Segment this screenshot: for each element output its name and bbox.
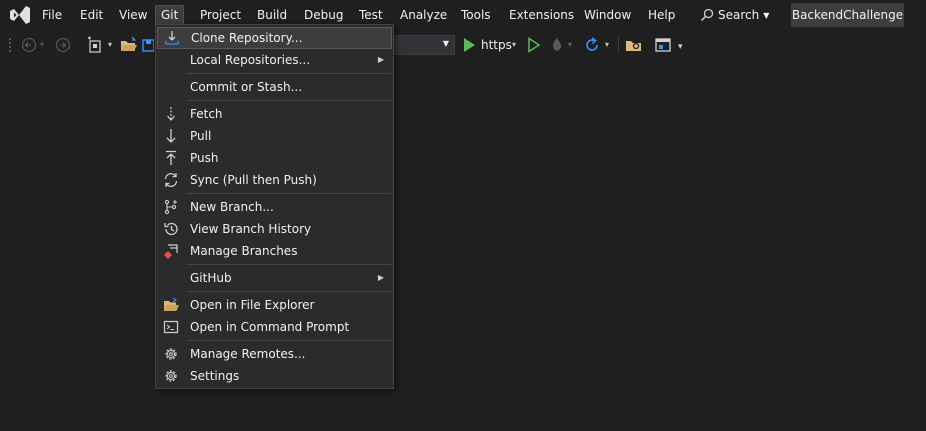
menu-item-settings[interactable]: Settings xyxy=(157,365,392,387)
search-icon xyxy=(700,8,714,22)
menu-git[interactable]: Git xyxy=(155,5,185,25)
menu-tools[interactable]: Tools xyxy=(456,5,496,25)
configuration-combo[interactable]: ▼ xyxy=(393,35,455,55)
menu-project[interactable]: Project xyxy=(195,5,246,25)
menu-item-github[interactable]: GitHub ▶ xyxy=(157,267,392,289)
refresh-dropdown-icon[interactable]: ▾ xyxy=(605,37,609,53)
start-without-debugging-icon[interactable] xyxy=(527,37,541,53)
folder-open-icon xyxy=(164,297,179,311)
menu-item-new-branch[interactable]: New Branch... xyxy=(157,196,392,218)
toolbar-separator xyxy=(618,37,619,53)
terminal-icon xyxy=(163,320,179,334)
gear-icon xyxy=(165,370,177,382)
new-project-icon[interactable] xyxy=(86,35,106,55)
hot-reload-dropdown-icon[interactable]: ▾ xyxy=(568,37,572,53)
menu-item-commit-or-stash[interactable]: Commit or Stash... xyxy=(157,76,392,98)
menu-item-push[interactable]: Push xyxy=(157,147,392,169)
menu-view[interactable]: View xyxy=(114,5,152,25)
menu-extensions[interactable]: Extensions xyxy=(504,5,579,25)
menu-separator xyxy=(186,193,391,194)
toolbar-grip[interactable] xyxy=(8,37,12,53)
back-dropdown-icon[interactable]: ▾ xyxy=(40,35,44,55)
menu-item-clone-repository[interactable]: Clone Repository... xyxy=(157,27,392,49)
submenu-arrow-icon: ▶ xyxy=(377,55,384,64)
menu-test[interactable]: Test xyxy=(354,5,388,25)
visual-studio-logo-icon[interactable] xyxy=(8,4,32,26)
chevron-down-icon: ▼ xyxy=(763,11,770,20)
menu-separator xyxy=(186,73,391,74)
solution-name-badge[interactable]: BackendChallenge xyxy=(791,3,904,27)
fetch-icon xyxy=(167,107,175,121)
navigate-back-icon[interactable] xyxy=(20,35,38,55)
history-icon xyxy=(164,222,178,236)
save-icon[interactable] xyxy=(142,35,154,55)
search-label: Search xyxy=(718,8,760,22)
menu-bar: File Edit View Git Project Build Debug T… xyxy=(0,0,926,30)
search-box[interactable]: Search ▼ xyxy=(700,5,769,25)
gear-icon xyxy=(165,348,177,360)
folder-search-icon[interactable] xyxy=(625,36,643,54)
run-profile-dropdown-icon[interactable]: ▾ xyxy=(512,37,516,53)
window-layout-icon[interactable] xyxy=(654,36,672,54)
chevron-down-icon: ▼ xyxy=(442,39,449,48)
menu-separator xyxy=(186,291,391,292)
menu-item-fetch[interactable]: Fetch xyxy=(157,103,392,125)
menu-item-manage-remotes[interactable]: Manage Remotes... xyxy=(157,343,392,365)
refresh-icon[interactable] xyxy=(583,36,601,54)
manage-branches-icon xyxy=(164,244,178,259)
new-branch-icon xyxy=(164,199,177,215)
submenu-arrow-icon: ▶ xyxy=(377,273,384,282)
menu-window[interactable]: Window xyxy=(579,5,636,25)
menu-item-manage-branches[interactable]: Manage Branches xyxy=(157,240,392,262)
navigate-forward-icon[interactable] xyxy=(54,35,72,55)
run-profile-label[interactable]: https xyxy=(481,37,512,53)
menu-item-sync[interactable]: Sync (Pull then Push) xyxy=(157,169,392,191)
menu-item-local-repositories[interactable]: Local Repositories... ▶ xyxy=(157,49,392,71)
menu-debug[interactable]: Debug xyxy=(299,5,348,25)
menu-separator xyxy=(186,340,391,341)
menu-item-open-in-command-prompt[interactable]: Open in Command Prompt xyxy=(157,316,392,338)
menu-separator xyxy=(186,100,391,101)
git-menu-dropdown: Clone Repository... Local Repositories..… xyxy=(155,24,394,389)
pull-icon xyxy=(166,129,176,143)
menu-item-pull[interactable]: Pull xyxy=(157,125,392,147)
menu-separator xyxy=(186,264,391,265)
clone-repository-icon xyxy=(165,31,179,45)
menu-item-open-in-file-explorer[interactable]: Open in File Explorer xyxy=(157,294,392,316)
push-icon xyxy=(166,150,176,165)
sync-icon xyxy=(164,173,178,187)
start-debugging-icon[interactable] xyxy=(462,37,476,53)
menu-edit[interactable]: Edit xyxy=(75,5,108,25)
menu-analyze[interactable]: Analyze xyxy=(395,5,452,25)
menu-item-view-branch-history[interactable]: View Branch History xyxy=(157,218,392,240)
menu-build[interactable]: Build xyxy=(252,5,292,25)
hot-reload-icon[interactable] xyxy=(548,36,566,54)
toolbar-overflow-icon[interactable]: ▾ xyxy=(678,42,683,52)
menu-file[interactable]: File xyxy=(37,5,67,25)
open-folder-icon[interactable] xyxy=(120,35,138,55)
new-project-dropdown-icon[interactable]: ▾ xyxy=(108,35,112,55)
menu-help[interactable]: Help xyxy=(643,5,680,25)
